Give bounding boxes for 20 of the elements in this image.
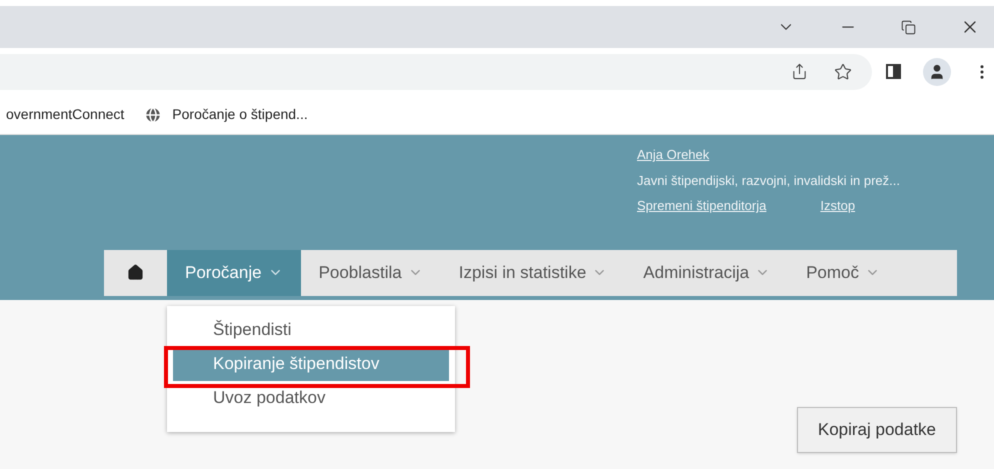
home-icon — [127, 264, 144, 281]
profile-icon[interactable] — [923, 58, 951, 86]
nav-tab[interactable]: Izpisi in statistike — [440, 250, 626, 296]
nav-tab[interactable]: Pooblastila — [300, 250, 441, 296]
nav-tab[interactable]: Poročanje — [167, 250, 301, 296]
globe-icon — [144, 106, 162, 124]
star-icon[interactable] — [834, 62, 852, 80]
menu-item[interactable]: Kopiranje štipendistov — [173, 347, 449, 381]
copy-data-button[interactable]: Kopiraj podatke — [796, 407, 957, 453]
bookmark-link[interactable]: Poročanje o štipend... — [172, 104, 308, 125]
organization-name: Javni štipendijski, razvojni, invalidski in prež... — [637, 172, 901, 190]
nav-tab[interactable]: Pomoč — [788, 250, 898, 296]
restore-icon[interactable] — [901, 20, 916, 34]
nav-tab[interactable]: Administracija — [625, 250, 788, 296]
share-icon[interactable] — [791, 63, 808, 80]
bookmark-link[interactable]: overnmentConnect — [6, 104, 124, 125]
menu-item[interactable]: Uvoz podatkov — [173, 381, 449, 415]
side-panel-icon[interactable] — [886, 64, 901, 79]
menu-item[interactable]: Štipendisti — [173, 313, 449, 347]
address-field[interactable] — [0, 54, 872, 90]
